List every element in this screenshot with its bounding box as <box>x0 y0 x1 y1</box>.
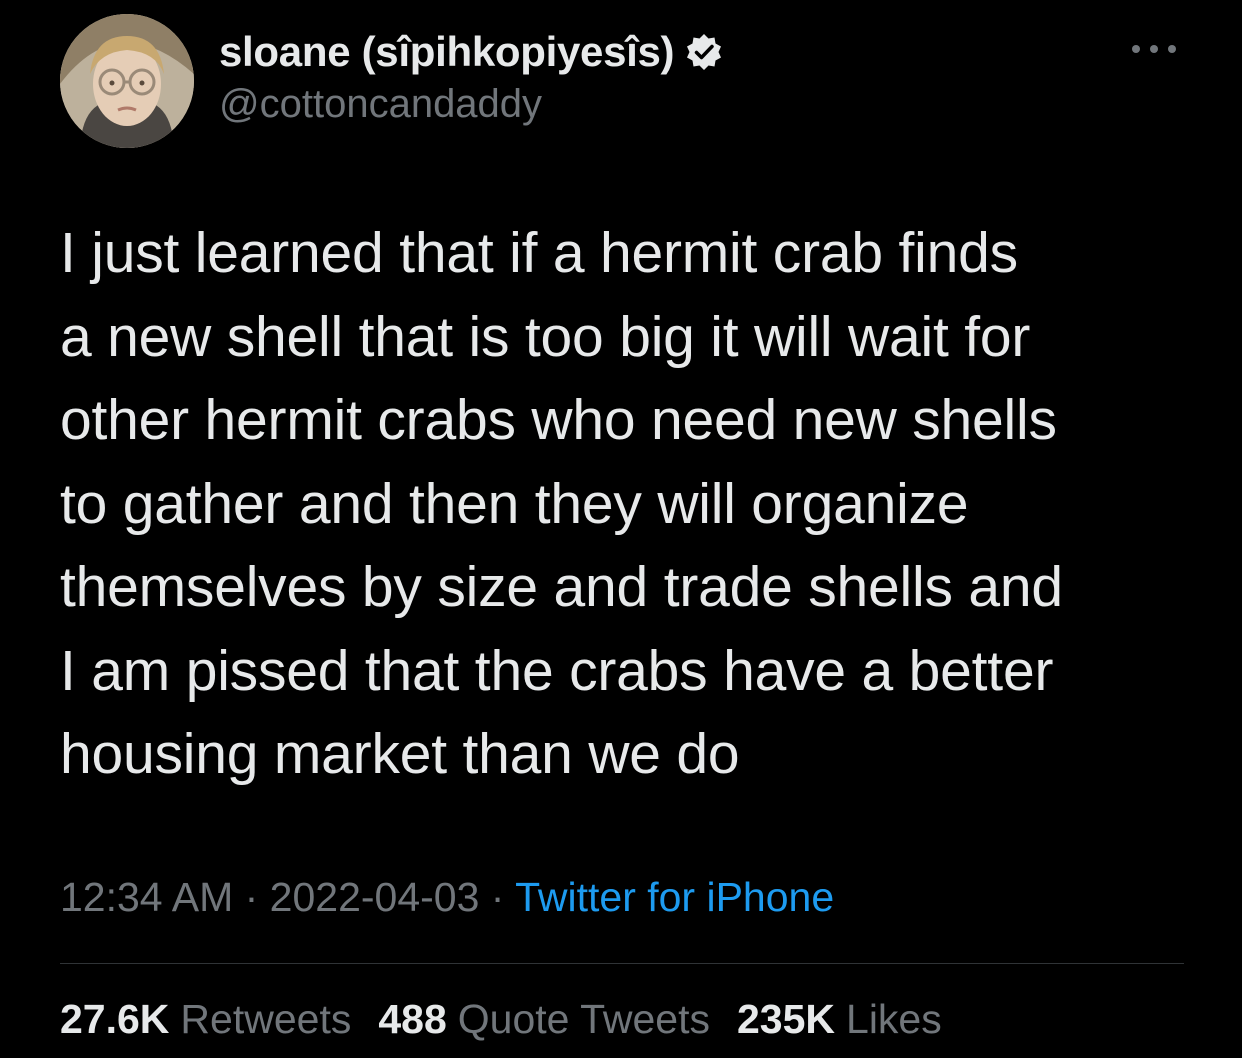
tweet-text-line: other hermit crabs who need new shells <box>60 388 1057 452</box>
tweet-text-line: to gather and then they will organize <box>60 471 969 536</box>
likes-stat[interactable]: 235K Likes <box>737 996 942 1043</box>
meta-separator: · <box>479 874 516 920</box>
likes-label: Likes <box>846 996 942 1042</box>
profile-photo <box>60 14 194 148</box>
author-display-name[interactable]: sloane (sîpihkopiyesîs) <box>219 28 675 76</box>
author-name-row: sloane (sîpihkopiyesîs) <box>219 24 724 80</box>
tweet-text-line: themselves by size and trade shells and <box>60 555 1063 619</box>
more-options-icon[interactable] <box>1128 36 1180 62</box>
meta-separator: · <box>233 874 270 920</box>
quote-tweets-label: Quote Tweets <box>457 996 710 1042</box>
tweet-date[interactable]: 2022-04-03 <box>270 874 480 920</box>
avatar[interactable] <box>60 14 194 148</box>
engagement-stats: 27.6K Retweets 488 Quote Tweets 235K Lik… <box>60 996 969 1043</box>
tweet-text-line: a new shell that is too big it will wait… <box>60 304 1031 369</box>
verified-badge-icon <box>684 32 724 72</box>
tweet-text-line: I just learned that if a hermit crab fin… <box>60 221 1018 285</box>
tweet-source-link[interactable]: Twitter for iPhone <box>515 874 834 920</box>
tweet-text: I just learned that if a hermit crab fin… <box>60 212 1210 797</box>
retweets-count: 27.6K <box>60 996 170 1042</box>
quote-tweets-count: 488 <box>378 996 447 1042</box>
tweet-text-line: housing market than we do <box>60 722 740 786</box>
tweet-metadata: 12:34 AM · 2022-04-03 · Twitter for iPho… <box>60 874 834 921</box>
tweet-text-line: I am pissed that the crabs have a better <box>60 638 1054 703</box>
divider <box>60 963 1184 964</box>
retweets-stat[interactable]: 27.6K Retweets <box>60 996 351 1043</box>
retweets-label: Retweets <box>180 996 352 1042</box>
tweet-time[interactable]: 12:34 AM <box>60 874 233 920</box>
author-handle[interactable]: @cottoncandaddy <box>219 82 542 127</box>
quote-tweets-stat[interactable]: 488 Quote Tweets <box>378 996 710 1043</box>
likes-count: 235K <box>737 996 836 1042</box>
tweet-detail: sloane (sîpihkopiyesîs) @cottoncandaddy … <box>0 0 1242 1058</box>
